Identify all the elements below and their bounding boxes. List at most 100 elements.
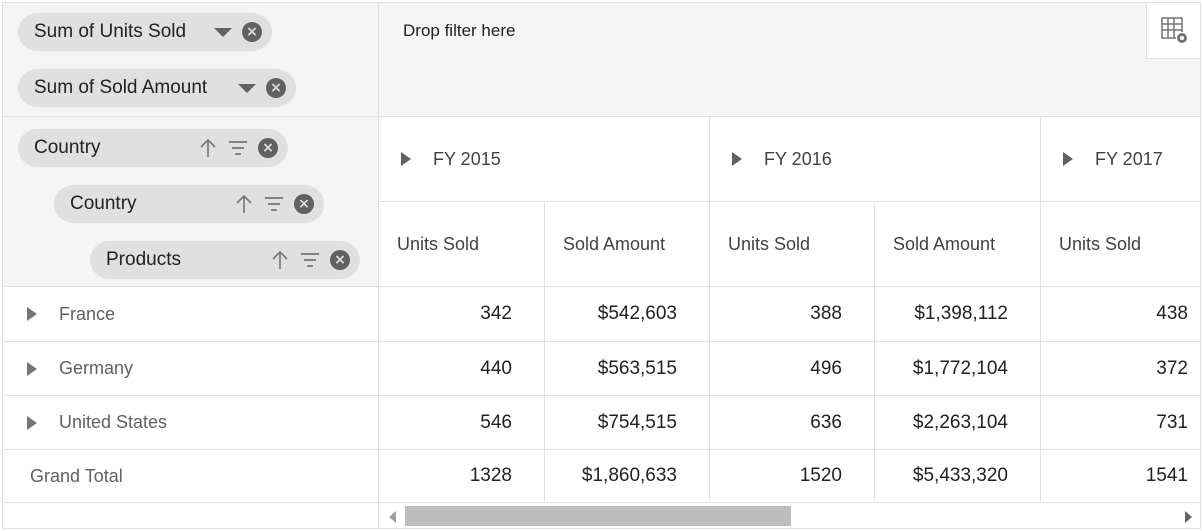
value-cell[interactable]: $542,603 xyxy=(545,287,710,342)
value-cell[interactable]: 496 xyxy=(710,342,875,396)
value-text: $5,433,320 xyxy=(912,465,1008,486)
caret-right-icon[interactable] xyxy=(27,361,37,376)
value-cell[interactable]: $1,772,104 xyxy=(875,342,1041,396)
row-header-label: Germany xyxy=(59,358,134,378)
column-header-fy2015[interactable]: FY 2015 xyxy=(379,117,710,202)
value-text: 438 xyxy=(1156,303,1188,324)
filter-axis-panel[interactable]: Drop filter here xyxy=(379,3,1200,117)
value-text: $1,860,633 xyxy=(581,465,677,486)
values-pill-sold-amount[interactable]: Sum of Sold Amount × xyxy=(18,69,296,107)
measure-header-units-sold-2016[interactable]: Units Sold xyxy=(710,202,875,287)
value-cell[interactable]: $754,515 xyxy=(545,396,710,450)
field-list-settings-button[interactable] xyxy=(1146,3,1200,59)
value-cell[interactable]: 342 xyxy=(379,287,545,342)
row-header-germany[interactable]: Germany xyxy=(3,342,379,396)
value-text: 546 xyxy=(480,411,512,433)
column-header-fy2016[interactable]: FY 2016 xyxy=(710,117,1041,202)
row-pill-products[interactable]: Products × xyxy=(90,241,360,279)
row-header-label: France xyxy=(59,303,116,324)
values-pill-units-sold[interactable]: Sum of Units Sold × xyxy=(18,13,272,51)
row-pill-label: Products xyxy=(106,249,181,270)
row-header-label: Grand Total xyxy=(30,465,123,486)
filter-icon[interactable] xyxy=(228,138,248,158)
filter-icon[interactable] xyxy=(264,194,284,214)
arrow-up-icon[interactable] xyxy=(234,194,254,214)
column-header-label: FY 2017 xyxy=(1095,148,1163,169)
value-cell[interactable]: 546 xyxy=(379,396,545,450)
value-text: 636 xyxy=(810,411,842,433)
caret-down-icon[interactable] xyxy=(238,83,256,93)
value-cell[interactable]: $2,263,104 xyxy=(875,396,1041,450)
value-cell[interactable]: 636 xyxy=(710,396,875,450)
value-text: $1,772,104 xyxy=(912,357,1008,379)
value-text: $1,398,112 xyxy=(914,303,1008,324)
close-circle-icon[interactable]: × xyxy=(266,78,286,98)
row-header-grand-total: Grand Total xyxy=(3,450,379,503)
value-text: $563,515 xyxy=(597,357,677,379)
value-text: 1541 xyxy=(1145,465,1188,486)
measure-header-label: Sold Amount xyxy=(893,233,996,254)
value-cell[interactable]: 440 xyxy=(379,342,545,396)
row-pill-country-2[interactable]: Country × xyxy=(54,185,324,223)
row-header-france[interactable]: France xyxy=(3,287,379,342)
column-header-label: FY 2015 xyxy=(433,148,501,169)
value-text: 1520 xyxy=(799,465,842,486)
close-circle-icon[interactable]: × xyxy=(258,138,278,158)
grid-settings-icon xyxy=(1160,16,1188,44)
filter-drop-placeholder: Drop filter here xyxy=(403,21,516,40)
caret-right-icon[interactable] xyxy=(401,152,411,166)
measure-header-units-sold[interactable]: Units Sold xyxy=(379,202,545,287)
filter-icon[interactable] xyxy=(300,250,320,270)
grand-total-cell[interactable]: 1541 xyxy=(1041,450,1200,503)
row-pill-label: Country xyxy=(34,137,101,158)
row-pill-label: Country xyxy=(70,193,137,214)
row-pill-country[interactable]: Country × xyxy=(18,129,288,167)
values-axis-panel: Sum of Units Sold × Sum of Sold Amount × xyxy=(3,3,379,117)
grand-total-cell[interactable]: $5,433,320 xyxy=(875,450,1041,503)
row-header-label: United States xyxy=(59,412,168,432)
measure-header-label: Sold Amount xyxy=(563,233,666,254)
value-text: 496 xyxy=(810,357,842,379)
grand-total-cell[interactable]: 1520 xyxy=(710,450,875,503)
caret-down-icon[interactable] xyxy=(214,27,232,37)
value-text: 1328 xyxy=(469,465,512,486)
caret-right-icon[interactable] xyxy=(27,307,37,321)
value-cell[interactable]: $563,515 xyxy=(545,342,710,396)
measure-header-sold-amount[interactable]: Sold Amount xyxy=(545,202,710,287)
caret-right-icon[interactable] xyxy=(1063,152,1073,166)
arrow-up-icon[interactable] xyxy=(198,138,218,158)
scroll-left-icon[interactable] xyxy=(389,511,396,523)
scroll-right-icon[interactable] xyxy=(1185,511,1192,523)
close-circle-icon[interactable]: × xyxy=(330,250,350,270)
column-header-label: FY 2016 xyxy=(764,148,832,169)
scrollbar-spacer xyxy=(3,503,379,528)
value-text: 342 xyxy=(480,303,512,324)
arrow-up-icon[interactable] xyxy=(270,250,290,270)
value-cell[interactable]: 388 xyxy=(710,287,875,342)
column-header-fy2017[interactable]: FY 2017 xyxy=(1041,117,1200,202)
caret-right-icon[interactable] xyxy=(27,415,37,430)
measure-header-units-sold-2017[interactable]: Units Sold xyxy=(1041,202,1200,287)
value-text: 372 xyxy=(1156,357,1188,379)
row-header-united-states[interactable]: United States xyxy=(3,396,379,450)
grand-total-cell[interactable]: $1,860,633 xyxy=(545,450,710,503)
caret-right-icon[interactable] xyxy=(732,152,742,166)
measure-header-sold-amount-2016[interactable]: Sold Amount xyxy=(875,202,1041,287)
value-cell[interactable]: $1,398,112 xyxy=(875,287,1041,342)
value-cell[interactable]: 372 xyxy=(1041,342,1200,396)
value-text: 388 xyxy=(810,303,842,324)
close-circle-icon[interactable]: × xyxy=(294,194,314,214)
measure-header-label: Units Sold xyxy=(397,233,480,254)
pivot-table: Sum of Units Sold × Sum of Sold Amount ×… xyxy=(2,2,1201,529)
measure-header-label: Units Sold xyxy=(1059,233,1142,254)
value-cell[interactable]: 438 xyxy=(1041,287,1200,342)
scrollbar-thumb[interactable] xyxy=(405,506,791,526)
measure-header-label: Units Sold xyxy=(728,233,811,254)
values-pill-label: Sum of Sold Amount xyxy=(34,77,208,98)
close-circle-icon[interactable]: × xyxy=(242,22,262,42)
grand-total-cell[interactable]: 1328 xyxy=(379,450,545,503)
values-pill-label: Sum of Units Sold xyxy=(34,21,187,42)
value-text: $542,603 xyxy=(597,303,677,324)
horizontal-scrollbar[interactable] xyxy=(379,503,1200,528)
value-cell[interactable]: 731 xyxy=(1041,396,1200,450)
